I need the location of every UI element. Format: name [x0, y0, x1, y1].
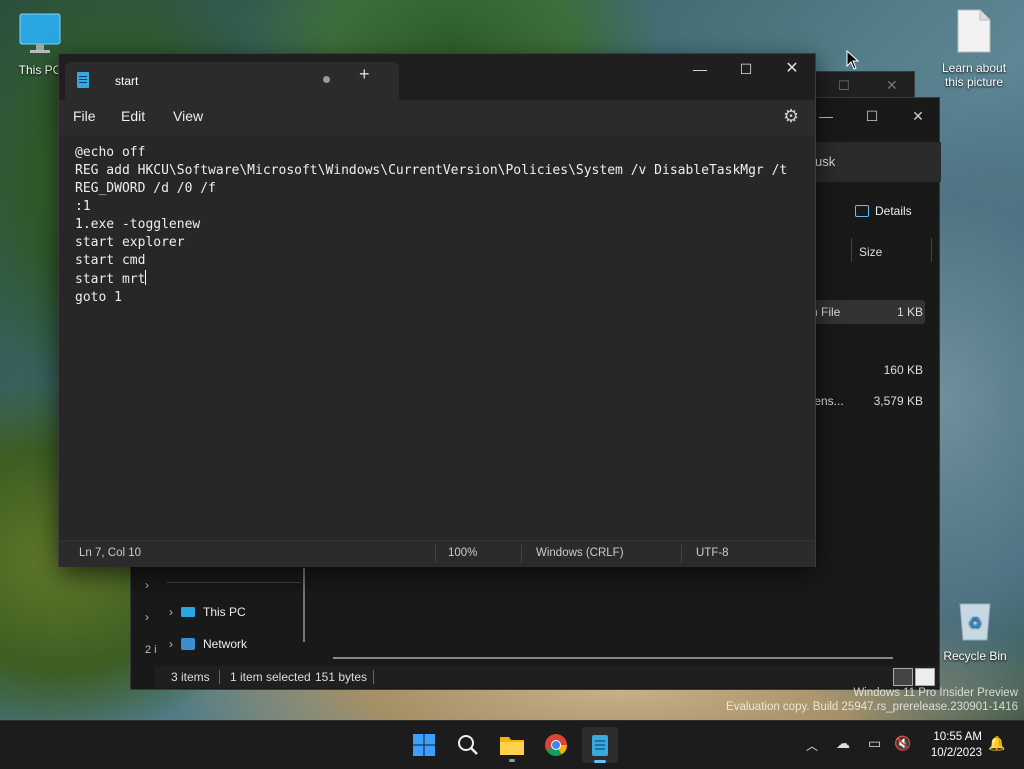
explorer-status-bar: 3 items 1 item selected 151 bytes [155, 666, 939, 688]
horizontal-scrollbar[interactable] [333, 657, 893, 659]
details-button[interactable]: Details [855, 204, 912, 218]
editor-line: @echo off [75, 145, 146, 160]
zoom-level[interactable]: 100% [448, 547, 477, 559]
notepad-taskbar-button[interactable] [582, 727, 618, 763]
clock-date: 10/2/2023 [930, 747, 982, 759]
notepad-icon [592, 735, 608, 756]
nav-item-this-pc[interactable]: › This PC [169, 605, 246, 619]
windows-start-icon [413, 734, 435, 756]
notepad-tab[interactable]: start [65, 62, 399, 100]
new-tab-button[interactable]: + [359, 65, 370, 83]
unsaved-indicator-icon[interactable] [323, 76, 330, 83]
file-explorer-taskbar-button[interactable] [494, 727, 530, 763]
editor-content[interactable]: @echo off REG add HKCU\Software\Microsof… [75, 144, 787, 307]
explorer-tab[interactable]: usk [815, 142, 941, 182]
desktop-icon-learn-about-picture[interactable]: Learn about this picture [934, 8, 1014, 89]
close-button[interactable]: ✕ [895, 102, 941, 130]
close-button[interactable]: ✕ [769, 54, 815, 84]
editor-line: start mrt [75, 272, 146, 287]
menu-view[interactable]: View [173, 108, 203, 124]
build-watermark: Windows 11 Pro Insider Preview Evaluatio… [726, 687, 1018, 713]
display-icon[interactable]: ▭ [868, 735, 881, 752]
chevron-right-icon[interactable]: › [169, 605, 173, 619]
status-sep [681, 545, 682, 563]
nav-scrollbar[interactable] [303, 568, 305, 642]
file-row[interactable]: 160 KB [811, 358, 925, 382]
minimize-button[interactable]: — [677, 54, 723, 84]
maximize-icon[interactable]: ☐ [838, 78, 850, 94]
clock[interactable]: 10:55 AM 10/2/2023 [918, 729, 982, 761]
start-button[interactable] [406, 727, 442, 763]
editor-line: REG add HKCU\Software\Microsoft\Windows\… [75, 163, 788, 178]
chevron-right-icon[interactable]: › [169, 637, 173, 651]
editor-line: start cmd [75, 253, 146, 268]
settings-gear-icon[interactable]: ⚙ [783, 106, 799, 127]
status-sep [219, 670, 220, 684]
text-editor[interactable]: @echo off REG add HKCU\Software\Microsof… [59, 136, 815, 540]
status-sep [373, 670, 374, 684]
editor-line: goto 1 [75, 290, 122, 305]
volume-muted-icon[interactable]: 🔇 [894, 735, 911, 752]
menu-bar: File Edit View ⚙ [59, 100, 815, 136]
size-column-header[interactable]: Size [859, 245, 882, 259]
text-caret [145, 270, 147, 285]
chrome-icon [545, 734, 567, 756]
desktop-icon-recycle-bin[interactable]: ♻ Recycle Bin [935, 598, 1015, 663]
running-indicator [509, 759, 515, 762]
file-explorer-icon [500, 737, 524, 755]
details-icon [855, 205, 869, 217]
editor-line: 1.exe -togglenew [75, 217, 201, 232]
maximize-button[interactable]: ☐ [723, 54, 769, 84]
clock-time: 10:55 AM [933, 731, 982, 743]
tiles-view-icon[interactable] [915, 668, 935, 686]
taskbar: ︿ ☁ ▭ 🔇 10:55 AM 10/2/2023 🔔 [0, 720, 1024, 769]
back-status-text: 2 i [145, 644, 157, 656]
menu-edit[interactable]: Edit [121, 108, 145, 124]
status-sep [435, 545, 436, 563]
editor-line: REG_DWORD /d /0 /f [75, 181, 216, 196]
chevron-up-icon[interactable]: ︿ [806, 737, 818, 754]
nav-item-network[interactable]: › Network [169, 637, 247, 651]
notepad-icon [77, 72, 89, 88]
file-row[interactable]: h File 1 KB [811, 300, 925, 324]
network-icon [181, 638, 195, 650]
details-view-icon[interactable] [893, 668, 913, 686]
monitor-icon [19, 13, 61, 53]
svg-text:♻: ♻ [968, 615, 982, 632]
desktop-icon-label: Learn about this picture [941, 61, 1007, 89]
notepad-window[interactable]: start + — ☐ ✕ File Edit View ⚙ @echo off… [58, 53, 816, 567]
file-row[interactable]: tens... 3,579 KB [811, 389, 925, 413]
encoding[interactable]: UTF-8 [696, 547, 729, 559]
line-ending[interactable]: Windows (CRLF) [536, 547, 624, 559]
explorer-tab-title: usk [815, 154, 836, 169]
search-button[interactable] [450, 727, 486, 763]
chevron-right-icon[interactable]: › [145, 610, 149, 624]
menu-file[interactable]: File [73, 108, 96, 124]
mouse-cursor-icon [846, 50, 860, 70]
document-icon [957, 9, 991, 53]
maximize-button[interactable]: ☐ [849, 102, 895, 130]
column-divider [851, 238, 852, 262]
status-bar: Ln 7, Col 10 100% Windows (CRLF) UTF-8 [59, 540, 815, 567]
onedrive-icon[interactable]: ☁ [836, 735, 850, 752]
tab-title: start [115, 74, 139, 88]
chevron-right-icon[interactable]: › [145, 578, 149, 592]
close-icon[interactable]: ✕ [886, 77, 898, 94]
nav-divider [167, 582, 301, 583]
search-icon [458, 735, 478, 755]
cursor-position: Ln 7, Col 10 [79, 547, 142, 559]
column-divider [931, 238, 932, 262]
title-bar[interactable]: start + — ☐ ✕ [59, 54, 815, 100]
desktop-icon-label: Recycle Bin [943, 649, 1007, 663]
notification-bell-icon[interactable]: 🔔 [988, 735, 1005, 752]
recycle-bin-icon: ♻ [959, 603, 991, 641]
pc-icon [181, 607, 195, 617]
chrome-taskbar-button[interactable] [538, 727, 574, 763]
editor-line: :1 [75, 199, 91, 214]
editor-line: start explorer [75, 235, 185, 250]
status-sep [521, 545, 522, 563]
